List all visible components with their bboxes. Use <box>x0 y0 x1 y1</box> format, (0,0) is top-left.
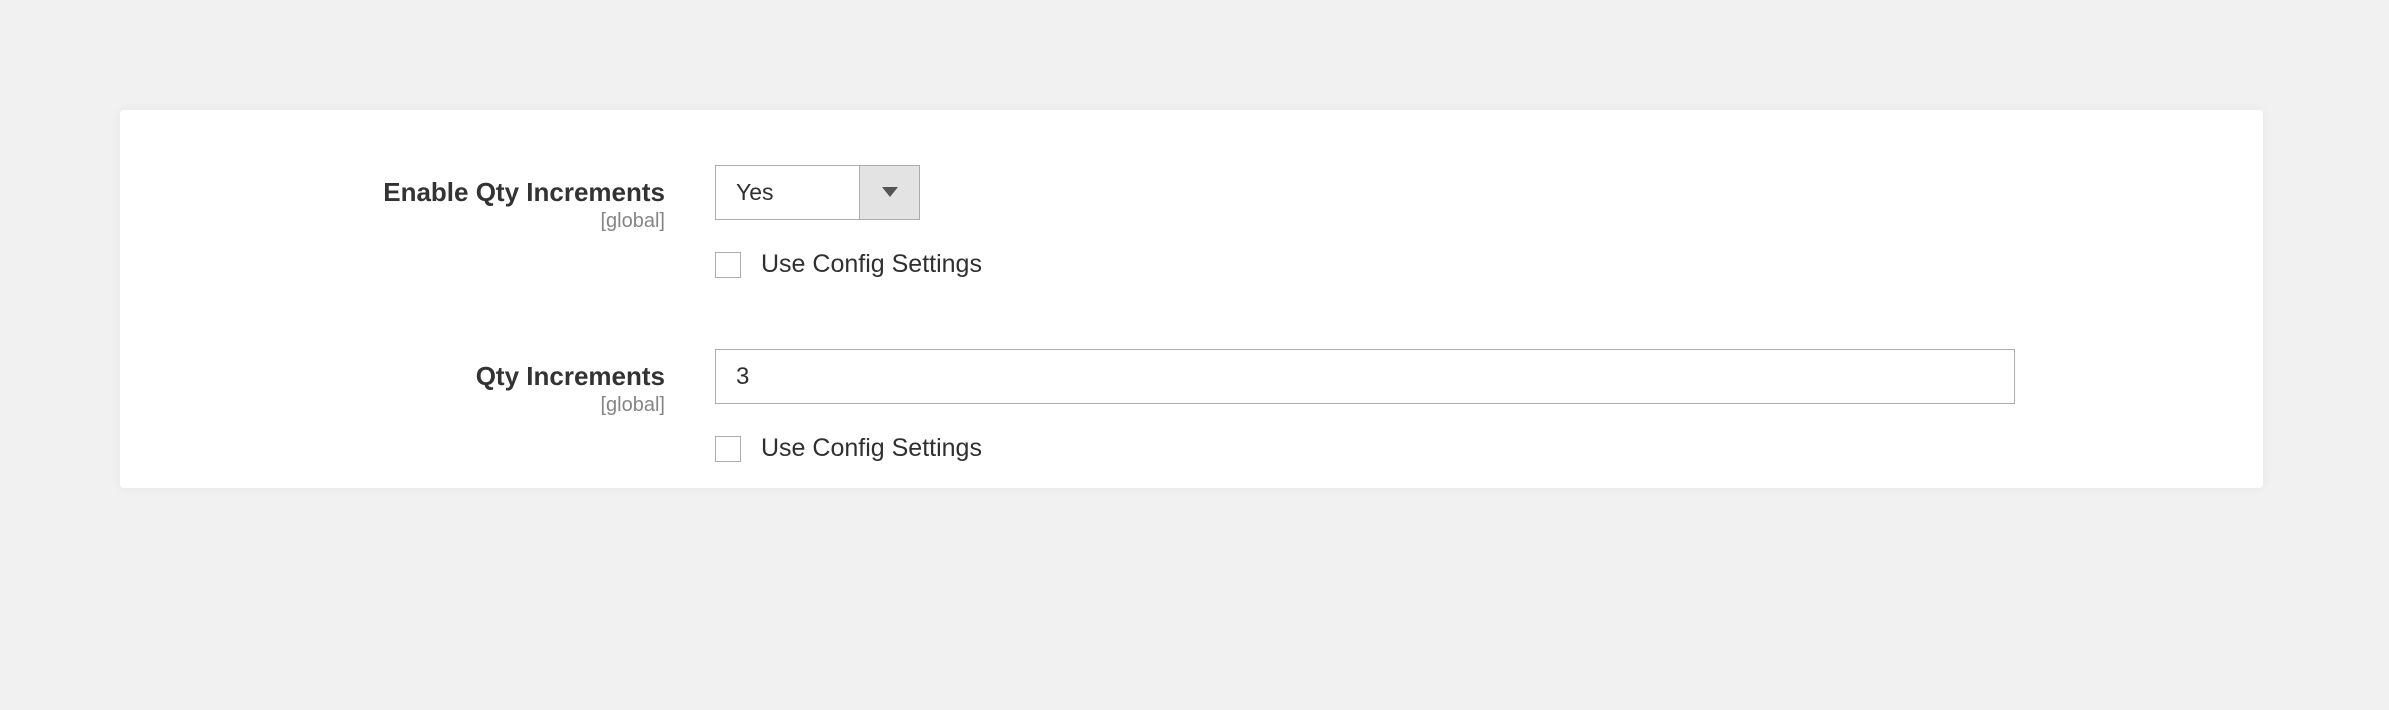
use-config-row: Use Config Settings <box>715 434 2203 463</box>
enable-qty-increments-select[interactable]: Yes <box>715 165 920 220</box>
label-column: Enable Qty Increments [global] <box>180 165 715 233</box>
input-column: Use Config Settings <box>715 349 2203 463</box>
use-config-label: Use Config Settings <box>761 250 982 279</box>
chevron-down-icon <box>882 184 898 202</box>
input-column: Yes Use Config Settings <box>715 165 2203 279</box>
settings-panel: Enable Qty Increments [global] Yes Use C… <box>120 110 2263 488</box>
qty-increments-label: Qty Increments <box>180 361 665 392</box>
use-config-checkbox-qty[interactable] <box>715 436 741 462</box>
field-enable-qty-increments: Enable Qty Increments [global] Yes Use C… <box>180 165 2203 279</box>
label-column: Qty Increments [global] <box>180 349 715 417</box>
dropdown-button[interactable] <box>859 166 919 219</box>
qty-increments-input[interactable] <box>715 349 2015 404</box>
enable-qty-increments-label: Enable Qty Increments <box>180 177 665 208</box>
use-config-checkbox-enable[interactable] <box>715 252 741 278</box>
select-value: Yes <box>716 166 859 219</box>
use-config-label: Use Config Settings <box>761 434 982 463</box>
scope-label: [global] <box>180 210 665 233</box>
field-qty-increments: Qty Increments [global] Use Config Setti… <box>180 349 2203 463</box>
scope-label: [global] <box>180 394 665 417</box>
use-config-row: Use Config Settings <box>715 250 2203 279</box>
